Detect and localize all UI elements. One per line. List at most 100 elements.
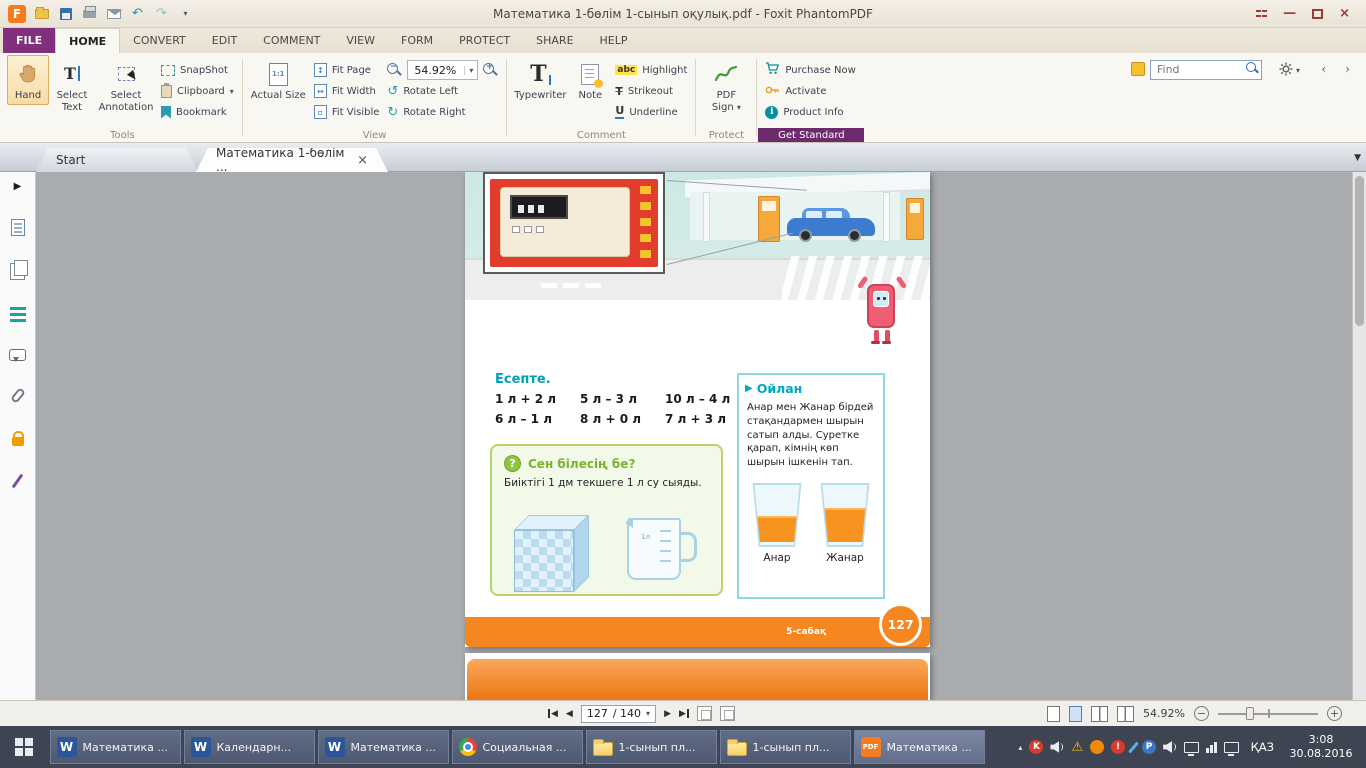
- continuous-view-button[interactable]: [1069, 706, 1082, 722]
- zoom-slider[interactable]: [1218, 706, 1318, 721]
- layers-panel-button[interactable]: [10, 307, 26, 310]
- network-signal-icon[interactable]: [1206, 741, 1217, 753]
- tab-list-button[interactable]: ▼: [1354, 153, 1361, 163]
- settings-gear-button[interactable]: ▾: [1279, 61, 1300, 80]
- actual-size-button[interactable]: 1:1 Actual Size: [247, 55, 310, 105]
- highlight-button[interactable]: abc Highlight: [615, 62, 687, 78]
- fit-visible-button[interactable]: ▫ Fit Visible: [314, 104, 380, 120]
- snapshot-button[interactable]: SnapShot: [161, 62, 234, 78]
- attachments-panel-button[interactable]: [10, 387, 26, 404]
- pages-panel-button[interactable]: [10, 263, 25, 280]
- taskbar-item-folder-1[interactable]: 1-сынып пл...: [586, 730, 717, 764]
- pen-tool-icon[interactable]: [1128, 741, 1139, 753]
- alert-icon[interactable]: !: [1111, 740, 1125, 754]
- display-icon[interactable]: [1184, 742, 1199, 753]
- redo-button[interactable]: ↷: [153, 5, 170, 22]
- close-button[interactable]: ×: [1339, 7, 1350, 20]
- underline-button[interactable]: U Underline: [615, 104, 687, 120]
- monitor-icon[interactable]: [1224, 742, 1239, 753]
- tab-start-page[interactable]: Start: [36, 148, 198, 172]
- fit-page-button[interactable]: ↕ Fit Page: [314, 62, 380, 78]
- typewriter-button[interactable]: T Typewriter: [511, 55, 569, 105]
- hand-button[interactable]: Hand: [7, 55, 49, 105]
- sync-icon[interactable]: P: [1142, 740, 1156, 754]
- last-page-button[interactable]: ▶: [679, 709, 689, 719]
- taskbar-item-chrome[interactable]: Социальная ...: [452, 730, 583, 764]
- panel-expand-button[interactable]: ▶: [14, 181, 22, 192]
- select-annotation-button[interactable]: Select Annotation: [95, 55, 157, 116]
- clipboard-button[interactable]: Clipboard ▾: [161, 83, 234, 99]
- bookmark-button[interactable]: Bookmark: [161, 104, 234, 120]
- hidden-icons-button[interactable]: ▴: [1018, 743, 1022, 752]
- taskbar-item-word-3[interactable]: W Математика ...: [318, 730, 449, 764]
- tile-windows-button[interactable]: [1256, 9, 1267, 18]
- start-button[interactable]: [0, 726, 48, 768]
- taskbar-clock[interactable]: 3:08 30.08.2016: [1286, 733, 1356, 762]
- open-file-button[interactable]: [33, 5, 50, 22]
- comments-panel-button[interactable]: [9, 349, 26, 361]
- scrollbar-thumb[interactable]: [1355, 176, 1364, 326]
- continuous-facing-view-button[interactable]: [1117, 706, 1134, 722]
- vertical-scrollbar[interactable]: [1352, 172, 1366, 700]
- tab-help[interactable]: HELP: [587, 28, 641, 53]
- warning-icon[interactable]: ⚠: [1071, 741, 1083, 754]
- tab-close-icon[interactable]: ×: [357, 153, 368, 168]
- ribbon-scroll-right-button[interactable]: ›: [1345, 62, 1350, 76]
- zoom-out-button[interactable]: −: [1194, 706, 1209, 721]
- purchase-now-button[interactable]: Purchase Now: [765, 62, 855, 78]
- tab-active-document[interactable]: Математика 1-бөлім ... ×: [196, 148, 388, 172]
- taskbar-item-folder-2[interactable]: 1-сынып пл...: [720, 730, 851, 764]
- tab-share[interactable]: SHARE: [523, 28, 586, 53]
- tab-file[interactable]: FILE: [3, 28, 55, 53]
- fit-width-button[interactable]: ↔ Fit Width: [314, 83, 380, 99]
- minimize-button[interactable]: —: [1283, 7, 1296, 20]
- antivirus-icon[interactable]: K: [1029, 740, 1043, 754]
- note-button[interactable]: Note: [569, 55, 611, 105]
- previous-view-button[interactable]: [697, 706, 712, 721]
- zoom-in-button[interactable]: +: [1327, 706, 1342, 721]
- signatures-panel-button[interactable]: [12, 474, 24, 489]
- next-page-button[interactable]: ▶: [664, 709, 671, 719]
- update-icon[interactable]: [1090, 740, 1104, 754]
- rotate-left-button[interactable]: ↺ Rotate Left: [387, 83, 498, 99]
- previous-page-button[interactable]: ◀: [566, 709, 573, 719]
- volume-icon-2[interactable]: [1163, 741, 1177, 753]
- zoom-in-icon[interactable]: +: [483, 63, 498, 78]
- tab-home[interactable]: HOME: [55, 28, 120, 53]
- taskbar-item-word-2[interactable]: W Календарн...: [184, 730, 315, 764]
- tab-convert[interactable]: CONVERT: [120, 28, 199, 53]
- zoom-out-icon[interactable]: −: [387, 63, 402, 78]
- product-info-button[interactable]: i Product Info: [765, 104, 855, 120]
- taskbar-item-foxit[interactable]: PDF Математика ...: [854, 730, 985, 764]
- activate-button[interactable]: Activate: [765, 83, 855, 99]
- security-panel-button[interactable]: [12, 437, 24, 446]
- single-page-view-button[interactable]: [1047, 706, 1060, 722]
- facing-view-button[interactable]: [1091, 706, 1108, 722]
- bookmarks-panel-button[interactable]: [11, 219, 25, 236]
- slider-thumb[interactable]: [1246, 707, 1254, 720]
- first-page-button[interactable]: ◀: [548, 709, 558, 719]
- select-text-button[interactable]: T Select Text: [49, 55, 95, 116]
- tab-protect[interactable]: PROTECT: [446, 28, 523, 53]
- page-number-combobox[interactable]: 127 / 140 ▾: [581, 705, 656, 723]
- language-indicator[interactable]: ҚАЗ: [1251, 740, 1274, 754]
- search-icon[interactable]: [1245, 61, 1259, 75]
- rotate-right-button[interactable]: ↻ Rotate Right: [387, 104, 498, 120]
- tab-form[interactable]: FORM: [388, 28, 446, 53]
- ribbon-scroll-left-button[interactable]: ‹: [1321, 62, 1326, 76]
- strikeout-button[interactable]: T Strikeout: [615, 83, 687, 99]
- tab-view[interactable]: VIEW: [333, 28, 388, 53]
- tab-edit[interactable]: EDIT: [199, 28, 250, 53]
- email-button[interactable]: [105, 5, 122, 22]
- restore-button[interactable]: [1312, 9, 1323, 19]
- tab-comment[interactable]: COMMENT: [250, 28, 333, 53]
- volume-icon[interactable]: [1050, 741, 1064, 753]
- print-button[interactable]: [81, 5, 98, 22]
- taskbar-item-word-1[interactable]: W Математика ...: [50, 730, 181, 764]
- document-area[interactable]: Есепте. 1 л + 2 л 5 л – 3 л 10 л – 4 л 6…: [37, 172, 1352, 700]
- quick-access-menu-button[interactable]: ▾: [177, 5, 194, 22]
- zoom-level-combobox[interactable]: 54.92% ▾: [407, 60, 478, 80]
- next-view-button[interactable]: [720, 706, 735, 721]
- pdf-sign-button[interactable]: PDF Sign ▾: [700, 55, 752, 116]
- undo-button[interactable]: ↶: [129, 5, 146, 22]
